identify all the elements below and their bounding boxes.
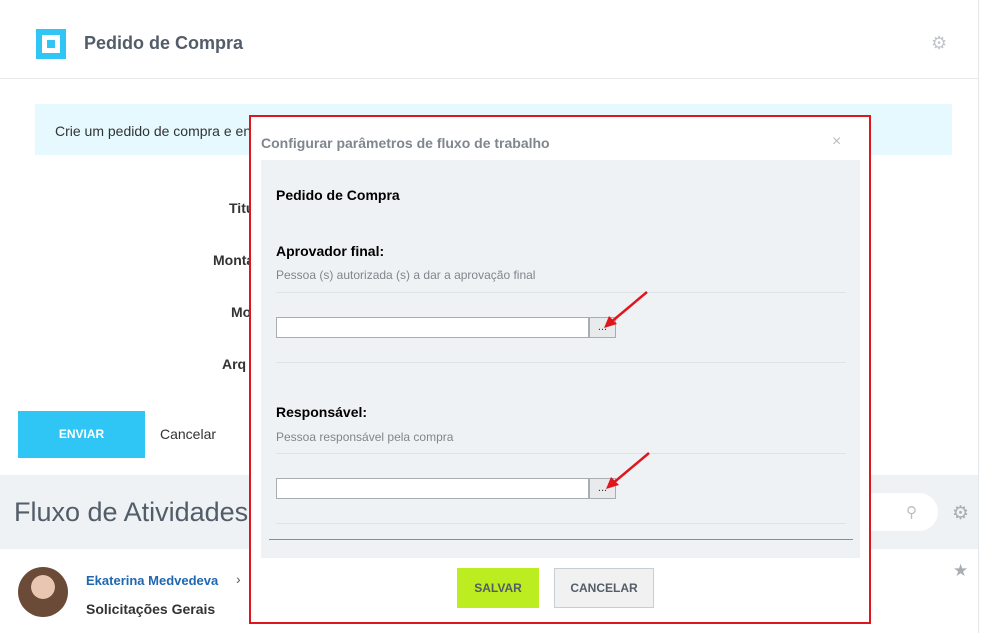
dialog-title: Configurar parâmetros de fluxo de trabal… bbox=[261, 135, 550, 151]
dialog-body: Pedido de Compra Aprovador final: Pessoa… bbox=[261, 160, 860, 558]
app-logo-icon bbox=[36, 29, 66, 59]
scroll-edge bbox=[978, 0, 979, 633]
workflow-params-dialog: Configurar parâmetros de fluxo de trabal… bbox=[249, 115, 871, 624]
final-approver-browse-button[interactable]: ... bbox=[589, 317, 616, 338]
post-destination[interactable]: Solicitações Gerais bbox=[86, 601, 215, 617]
responsible-input[interactable] bbox=[276, 478, 589, 499]
chevron-right-icon: › bbox=[236, 571, 241, 587]
feed-title: Fluxo de Atividades bbox=[14, 497, 249, 527]
search-icon[interactable]: ⚲ bbox=[906, 503, 917, 521]
dialog-body-bottom-rule bbox=[269, 539, 853, 540]
info-banner-text: Crie um pedido de compra e en bbox=[55, 123, 252, 139]
page-title: Pedido de Compra bbox=[84, 33, 244, 53]
divider bbox=[276, 453, 846, 454]
post-author-link[interactable]: Ekaterina Medvedeva bbox=[86, 573, 218, 588]
divider bbox=[276, 292, 846, 293]
final-approver-label: Aprovador final: bbox=[276, 243, 385, 259]
cancel-button[interactable]: CANCELAR bbox=[554, 568, 654, 608]
responsible-label: Responsável: bbox=[276, 404, 368, 420]
final-approver-input[interactable] bbox=[276, 317, 589, 338]
save-button[interactable]: SALVAR bbox=[457, 568, 539, 608]
responsible-description: Pessoa responsável pela compra bbox=[276, 430, 454, 444]
section-title: Pedido de Compra bbox=[276, 187, 400, 203]
close-icon[interactable]: × bbox=[832, 133, 841, 151]
send-button[interactable]: ENVIAR bbox=[18, 411, 145, 458]
divider bbox=[276, 523, 846, 524]
form-label-files: Arq bbox=[222, 356, 247, 372]
avatar[interactable] bbox=[18, 567, 68, 617]
cancel-link[interactable]: Cancelar bbox=[160, 426, 216, 442]
gear-icon[interactable]: ⚙ bbox=[931, 34, 947, 52]
final-approver-description: Pessoa (s) autorizada (s) a dar a aprova… bbox=[276, 268, 536, 282]
divider bbox=[276, 362, 846, 363]
star-icon[interactable]: ★ bbox=[953, 561, 968, 581]
app-header: Pedido de Compra ⚙ bbox=[0, 0, 978, 79]
gear-icon[interactable]: ⚙ bbox=[952, 502, 969, 525]
responsible-browse-button[interactable]: ... bbox=[589, 478, 616, 499]
